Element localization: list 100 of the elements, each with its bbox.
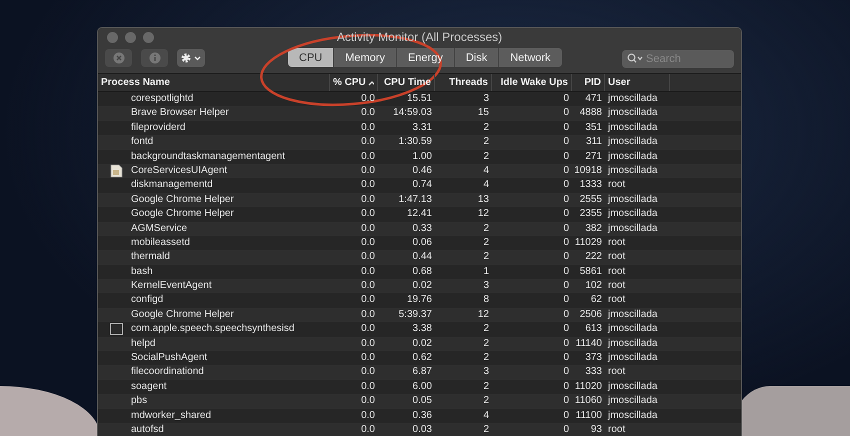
- info-button[interactable]: [141, 48, 168, 66]
- table-cell-text: 8: [483, 293, 489, 308]
- table-cell-text: 0: [563, 380, 569, 394]
- table-cell: 3: [483, 279, 489, 294]
- table-cell-text: 4: [483, 164, 489, 178]
- table-cell-text: 12: [478, 308, 489, 322]
- process-name: autofsd: [131, 422, 164, 436]
- table-cell: jmoscillada: [608, 351, 658, 366]
- column-header[interactable]: User: [605, 74, 670, 91]
- table-cell: 0: [563, 408, 569, 423]
- settings-icon: [180, 52, 202, 64]
- table-cell: root: [608, 279, 626, 294]
- column-header[interactable]: Idle Wake Ups: [492, 74, 572, 91]
- zoom-window-button[interactable]: [143, 32, 154, 43]
- table-cell-text: 0: [563, 192, 569, 207]
- close-window-button[interactable]: [107, 32, 118, 43]
- table-cell: 1.00: [412, 150, 432, 164]
- table-cell: 102: [585, 279, 602, 294]
- column-header[interactable]: % CPU: [330, 74, 378, 91]
- process-name: configd: [131, 293, 164, 308]
- table-cell-text: 3.38: [412, 322, 432, 336]
- table-cell-text: 2: [483, 394, 489, 408]
- table-cell-text: 13: [478, 192, 489, 207]
- table-cell-text: jmoscillada: [608, 135, 658, 150]
- table-cell-text: 1:47.13: [398, 192, 432, 207]
- table-cell-text: 0: [563, 308, 569, 322]
- table-cell-text: 0.0: [361, 250, 375, 264]
- table-cell-text: 0: [563, 336, 569, 351]
- table-cell-text: 2: [483, 236, 489, 250]
- table-cell-text: 0.0: [361, 207, 375, 222]
- table-cell-text: 2: [483, 250, 489, 264]
- table-cell-text: 0.0: [361, 164, 375, 178]
- settings-menu-button[interactable]: [177, 48, 205, 66]
- minimize-window-button[interactable]: [125, 32, 136, 43]
- table-cell-text: 11140: [576, 336, 602, 351]
- process-name: helpd: [131, 336, 156, 351]
- table-cell: 0.0: [361, 351, 375, 366]
- table-cell-text: root: [608, 178, 626, 192]
- table-cell-text: 0: [563, 178, 569, 192]
- info-icon: [148, 52, 160, 64]
- table-cell-text: 0.0: [361, 308, 375, 322]
- stop-process-button[interactable]: [105, 48, 132, 66]
- column-header[interactable]: Process Name: [98, 74, 330, 91]
- table-cell-text: 311: [586, 135, 602, 150]
- process-name: com.apple.speech.speechsynthesisd: [131, 322, 294, 336]
- table-cell-text: 0: [563, 207, 569, 222]
- table-cell: 0: [563, 150, 569, 164]
- table-cell-text: 11020: [574, 380, 602, 394]
- table-cell-text: root: [608, 293, 626, 308]
- table-cell-text: 2506: [580, 308, 602, 322]
- table-cell-text: 4: [483, 178, 489, 192]
- table-cell-text: 3: [483, 92, 489, 106]
- tab[interactable]: CPU: [288, 48, 334, 67]
- process-name: corespotlightd: [131, 92, 194, 106]
- process-name: diskmanagementd: [131, 178, 213, 192]
- table-cell-text: jmoscillada: [608, 394, 658, 408]
- table-cell-text: 0.0: [361, 178, 375, 192]
- table-cell-text: 3.31: [412, 120, 432, 135]
- table-cell: 0.03: [412, 422, 432, 436]
- column-header[interactable]: Threads: [435, 74, 492, 91]
- process-name: fontd: [131, 135, 154, 150]
- table-cell: 382: [585, 222, 602, 236]
- table-cell: 373: [585, 351, 602, 366]
- process-name: filecoordinationd: [131, 365, 204, 380]
- table-cell-text: root: [608, 264, 626, 279]
- table-cell: 0.36: [412, 408, 432, 423]
- table-cell-text: 471: [585, 92, 602, 106]
- table-cell-text: 0.0: [361, 135, 375, 150]
- table-cell: 4: [483, 408, 489, 423]
- tab[interactable]: Network: [498, 48, 562, 67]
- table-cell-text: 0: [563, 164, 569, 178]
- table-cell-text: 0.46: [412, 164, 432, 178]
- table-cell: 2: [483, 150, 489, 164]
- table-cell-text: 2355: [580, 207, 602, 222]
- table-cell-text: jmoscillada: [608, 106, 658, 120]
- table-cell-text: jmoscillada: [608, 192, 658, 207]
- table-cell-text: 0.0: [361, 336, 375, 351]
- column-header[interactable]: PID: [572, 74, 605, 91]
- process-name: KernelEventAgent: [131, 279, 212, 294]
- process-name: soagent: [131, 380, 167, 394]
- table-cell-text: 15.51: [406, 92, 432, 106]
- table-cell-text: 3: [483, 365, 489, 380]
- table-cell-text: 10918: [574, 164, 602, 178]
- table-cell-text: 0.74: [412, 178, 432, 192]
- table-cell-text: 19.76: [406, 293, 432, 308]
- table-cell-text: jmoscillada: [608, 92, 658, 106]
- table-cell-text: 12.41: [406, 207, 432, 222]
- table-cell-text: jmoscillada: [608, 164, 658, 178]
- table-cell-text: 222: [585, 250, 602, 264]
- table-cell-text: 0.0: [361, 322, 375, 336]
- table-cell: jmoscillada: [608, 408, 658, 423]
- table-cell: 0: [563, 422, 569, 436]
- table-cell-text: 0: [563, 106, 569, 120]
- table-cell-text: 0: [563, 264, 569, 279]
- table-cell-text: 333: [585, 365, 602, 380]
- process-name: SocialPushAgent: [131, 351, 208, 366]
- table-cell: 2: [483, 222, 489, 236]
- table-cell-text: 1:30.59: [398, 135, 432, 150]
- table-cell-text: 4888: [580, 106, 602, 120]
- table-cell-text: 0: [563, 394, 569, 408]
